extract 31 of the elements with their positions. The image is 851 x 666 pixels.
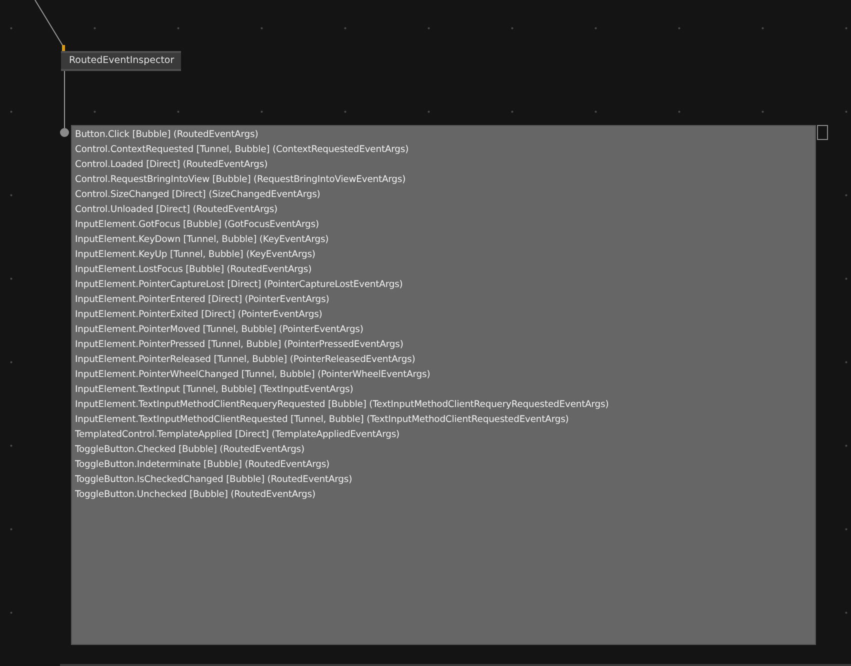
event-list-item[interactable]: Control.Unloaded [Direct] (RoutedEventArgs) (75, 202, 815, 217)
event-list-item[interactable]: InputElement.GotFocus [Bubble] (GotFocusEventArgs) (75, 217, 815, 232)
event-list-item[interactable]: InputElement.TextInputMethodClientRequested [Tunnel, Bubble] (TextInputMethodClientRequestedEventArgs) (75, 412, 815, 427)
event-list-item[interactable]: Button.Click [Bubble] (RoutedEventArgs) (75, 127, 815, 142)
event-list-item[interactable]: InputElement.PointerReleased [Tunnel, Bubble] (PointerReleasedEventArgs) (75, 352, 815, 367)
event-list-item[interactable]: InputElement.PointerExited [Direct] (PointerEventArgs) (75, 307, 815, 322)
input-port-icon[interactable] (62, 45, 65, 51)
connection-wire (34, 0, 64, 46)
output-port-icon[interactable] (60, 128, 69, 137)
event-list-item[interactable]: ToggleButton.Indeterminate [Bubble] (RoutedEventArgs) (75, 457, 815, 472)
event-list-item[interactable]: Control.SizeChanged [Direct] (SizeChangedEventArgs) (75, 187, 815, 202)
event-list-item[interactable]: ToggleButton.IsCheckedChanged [Bubble] (RoutedEventArgs) (75, 472, 815, 487)
event-list-item[interactable]: InputElement.TextInput [Tunnel, Bubble] (TextInputEventArgs) (75, 382, 815, 397)
event-list-item[interactable]: InputElement.PointerCaptureLost [Direct] (PointerCaptureLostEventArgs) (75, 277, 815, 292)
event-list-item[interactable]: InputElement.PointerEntered [Direct] (PointerEventArgs) (75, 292, 815, 307)
event-list-item[interactable]: InputElement.KeyDown [Tunnel, Bubble] (KeyEventArgs) (75, 232, 815, 247)
event-list-item[interactable]: InputElement.KeyUp [Tunnel, Bubble] (KeyEventArgs) (75, 247, 815, 262)
event-list-item[interactable]: InputElement.TextInputMethodClientRequeryRequested [Bubble] (TextInputMethodClientRequeryRequestedEventArgs) (75, 397, 815, 412)
event-list-item[interactable]: ToggleButton.Checked [Bubble] (RoutedEventArgs) (75, 442, 815, 457)
resize-handle-icon[interactable] (817, 125, 828, 140)
event-list-item[interactable]: InputElement.PointerWheelChanged [Tunnel, Bubble] (PointerWheelEventArgs) (75, 367, 815, 382)
event-list-item[interactable]: InputElement.LostFocus [Bubble] (RoutedEventArgs) (75, 262, 815, 277)
event-list-item[interactable]: TemplatedControl.TemplateApplied [Direct] (TemplateAppliedEventArgs) (75, 427, 815, 442)
event-list-item[interactable]: Control.ContextRequested [Tunnel, Bubble] (ContextRequestedEventArgs) (75, 142, 815, 157)
event-list-item[interactable]: InputElement.PointerPressed [Tunnel, Bubble] (PointerPressedEventArgs) (75, 337, 815, 352)
event-list-item[interactable]: ToggleButton.Unchecked [Bubble] (RoutedEventArgs) (75, 487, 815, 502)
connection-wire (64, 70, 65, 128)
event-list-item[interactable]: InputElement.PointerMoved [Tunnel, Bubble] (PointerEventArgs) (75, 322, 815, 337)
event-list-item[interactable]: Control.RequestBringIntoView [Bubble] (RequestBringIntoViewEventArgs) (75, 172, 815, 187)
event-list-item[interactable]: Control.Loaded [Direct] (RoutedEventArgs) (75, 157, 815, 172)
node-header[interactable]: RoutedEventInspector (61, 51, 181, 71)
